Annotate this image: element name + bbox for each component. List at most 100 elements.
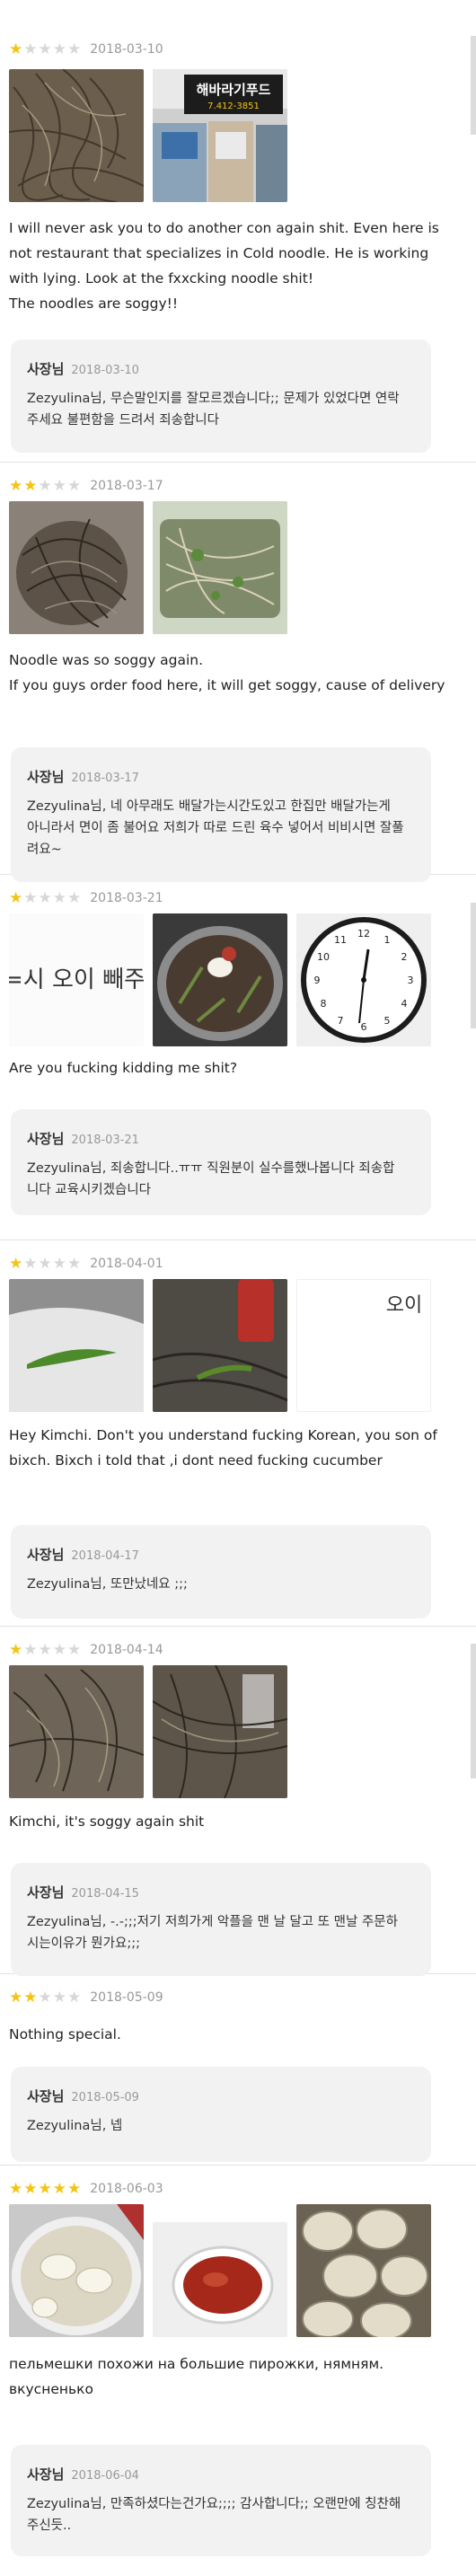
star-rating: ★ ★ ★ ★ ★ [9, 1989, 81, 2007]
owner-label: 사장님 [27, 2466, 65, 2483]
star-empty-icon: ★ [52, 40, 66, 58]
star-empty-icon: ★ [23, 1641, 38, 1659]
star-filled-icon: ★ [9, 1255, 23, 1273]
review-photos [9, 2204, 431, 2337]
owner-label: 사장님 [27, 2088, 65, 2104]
review-date: 2018-03-10 [90, 42, 163, 57]
review-date: 2018-03-17 [90, 479, 163, 493]
paper-note-photo[interactable]: 오이 [296, 1279, 431, 1412]
star-filled-icon: ★ [9, 477, 23, 495]
review-text: Are you fucking kidding me shit? [9, 1060, 238, 1076]
reply-date: 2018-04-15 [71, 1887, 139, 1901]
review-text: Hey Kimchi. Don't you understand fucking… [9, 1427, 437, 1469]
star-filled-icon: ★ [23, 2180, 38, 2198]
review-header: ★ ★ ★ ★ ★ 2018-06-03 [9, 2175, 163, 2202]
reply-date: 2018-05-09 [71, 2091, 139, 2104]
review-header: ★ ★ ★ ★ ★ 2018-03-17 [9, 472, 163, 499]
review-text: Kimchi, it's soggy again shit [9, 1813, 205, 1830]
star-empty-icon: ★ [23, 40, 38, 58]
review-date: 2018-05-09 [90, 1990, 163, 2005]
reply-text: Zezyulina님, 만족하셨다는건가요;;;; 감사합니다;; 오랜만에 칭… [27, 2497, 401, 2533]
review-photos [9, 1665, 287, 1798]
owner-reply: 사장님 2018-04-15 Zezyulina님, -.-;;;저기 저희가게 … [11, 1863, 431, 1976]
owner-reply: 사장님 2018-06-04 Zezyulina님, 만족하셨다는건가요;;;; … [11, 2445, 431, 2556]
sauce-cup-photo[interactable] [153, 2204, 287, 2337]
owner-label: 사장님 [27, 769, 65, 785]
star-rating: ★ ★ ★ ★ ★ [9, 2180, 81, 2198]
clock-number: 7 [338, 1015, 344, 1027]
review-date: 2018-04-14 [90, 1643, 163, 1657]
storefront-sign-name: 해바라기푸드 [197, 82, 271, 98]
noodles-bowl-photo[interactable] [153, 1665, 287, 1798]
reply-text: Zezyulina님, 넵 [27, 2119, 123, 2133]
reply-date: 2018-03-17 [71, 772, 139, 785]
noodle-clump-photo[interactable] [9, 501, 144, 634]
owner-label: 사장님 [27, 1547, 65, 1563]
star-empty-icon: ★ [67, 1989, 82, 2007]
cold-noodle-bowl-photo[interactable] [153, 913, 287, 1046]
star-filled-icon: ★ [52, 2180, 66, 2198]
star-filled-icon: ★ [23, 477, 38, 495]
paper-note-text: 오이 [386, 1294, 422, 1317]
dumpling-soup-photo[interactable] [9, 2204, 144, 2337]
star-empty-icon: ★ [38, 1641, 52, 1659]
storefront-sign-phone: 7.412-3851 [207, 101, 260, 111]
star-filled-icon: ★ [9, 40, 23, 58]
reply-text: Zezyulina님, 죄송합니다..ㅠㅠ 직원분이 실수를했나봅니다 죄송합니… [27, 1161, 395, 1197]
clock-number: 3 [408, 975, 414, 986]
noodle-clump-photo[interactable] [9, 1665, 144, 1798]
review-text: I will never ask you to do another con a… [9, 220, 439, 312]
star-filled-icon: ★ [9, 2180, 23, 2198]
star-rating: ★ ★ ★ ★ ★ [9, 889, 81, 907]
review-date: 2018-06-03 [90, 2182, 163, 2196]
review-text: пельмешки похожи на большие пирожки, ням… [9, 2356, 384, 2397]
review-text: Noodle was so soggy again. If you guys o… [9, 652, 445, 693]
review-divider [0, 462, 476, 463]
clock-number: 6 [361, 1021, 367, 1033]
review-photos [9, 501, 287, 634]
review-text: Nothing special. [9, 2026, 121, 2042]
star-empty-icon: ★ [67, 1255, 82, 1273]
review-header: ★ ★ ★ ★ ★ 2018-04-14 [9, 1636, 163, 1663]
adjacent-photo-edge [471, 36, 476, 135]
review-date: 2018-04-01 [90, 1257, 163, 1271]
clock-number: 10 [317, 951, 330, 963]
star-filled-icon: ★ [9, 889, 23, 907]
clock-number: 5 [384, 1015, 391, 1027]
noodle-container-photo[interactable] [153, 501, 287, 634]
star-empty-icon: ★ [52, 1255, 66, 1273]
star-empty-icon: ★ [52, 889, 66, 907]
star-empty-icon: ★ [23, 889, 38, 907]
menu-sign-photo[interactable]: =시 오이 빼주 [9, 913, 144, 1046]
star-empty-icon: ★ [38, 889, 52, 907]
clock-number: 11 [334, 934, 347, 946]
star-filled-icon: ★ [9, 1641, 23, 1659]
reply-text: Zezyulina님, 또만났네요 ;;; [27, 1577, 188, 1592]
dumplings-photo[interactable] [296, 2204, 431, 2337]
reply-date: 2018-03-10 [71, 364, 139, 377]
star-empty-icon: ★ [38, 40, 52, 58]
star-empty-icon: ★ [23, 1255, 38, 1273]
star-empty-icon: ★ [38, 1989, 52, 2007]
star-filled-icon: ★ [9, 1989, 23, 2007]
clock-number: 8 [321, 998, 327, 1010]
menu-sign-text: =시 오이 빼주 [9, 966, 144, 993]
review-photos: =시 오이 빼주 12 1 2 3 4 5 6 7 8 9 10 11 [9, 913, 431, 1046]
star-empty-icon: ★ [52, 477, 66, 495]
cucumber-photo[interactable] [9, 1279, 144, 1412]
review-header: ★ ★ ★ ★ ★ 2018-05-09 [9, 1984, 163, 2011]
owner-reply: 사장님 2018-03-17 Zezyulina님, 네 아무래도 배달가는시간도… [11, 747, 431, 882]
review-divider [0, 1626, 476, 1627]
star-empty-icon: ★ [38, 1255, 52, 1273]
star-empty-icon: ★ [52, 1989, 66, 2007]
soggy-noodles-photo[interactable] [9, 69, 144, 202]
star-empty-icon: ★ [67, 1641, 82, 1659]
dark-noodles-photo[interactable] [153, 1279, 287, 1412]
owner-reply: 사장님 2018-04-17 Zezyulina님, 또만났네요 ;;; [11, 1525, 431, 1619]
adjacent-photo-edge [471, 1644, 476, 1778]
star-empty-icon: ★ [52, 1641, 66, 1659]
reply-text: Zezyulina님, -.-;;;저기 저희가게 악플을 맨 날 달고 또 맨… [27, 1915, 398, 1951]
storefront-photo[interactable]: 해바라기푸드 7.412-3851 [153, 69, 287, 202]
review-divider [0, 2165, 476, 2166]
wall-clock-photo[interactable]: 12 1 2 3 4 5 6 7 8 9 10 11 [296, 913, 431, 1046]
